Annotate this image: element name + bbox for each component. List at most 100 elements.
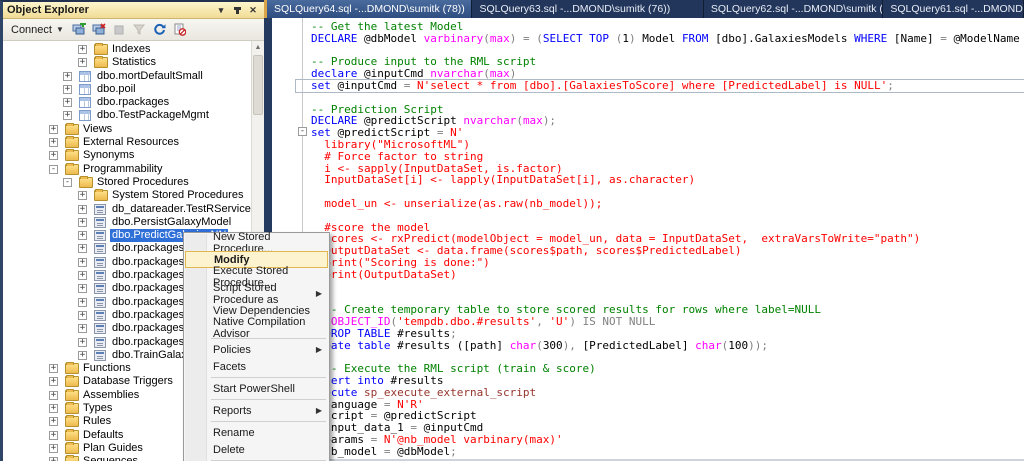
- window-position-icon[interactable]: ▾: [214, 4, 228, 17]
- document-tab[interactable]: SQLQuery64.sql -...DMOND\sumitk (78))✕: [267, 0, 472, 18]
- menu-item-new-stored-procedure[interactable]: New Stored Procedure...: [185, 234, 328, 251]
- tree-item[interactable]: + dbo.PersistGalaxyModel: [3, 216, 251, 229]
- expand-toggle-icon[interactable]: -: [49, 165, 58, 174]
- expand-toggle-icon[interactable]: +: [78, 218, 87, 227]
- expand-toggle-icon[interactable]: +: [63, 85, 72, 94]
- expand-toggle-icon[interactable]: +: [49, 417, 58, 426]
- expand-toggle-icon[interactable]: +: [78, 311, 87, 320]
- tree-item[interactable]: +dbo.poil: [3, 83, 251, 96]
- code-token: @inputCmd: [338, 79, 404, 92]
- tree-item-label: dbo.rpackages_: [110, 309, 192, 322]
- expand-toggle-icon[interactable]: +: [78, 58, 87, 67]
- menu-item-script-stored-procedure-as[interactable]: Script Stored Procedure as▶: [185, 285, 328, 302]
- object-explorer-titlebar[interactable]: Object Explorer ▾ ✕: [3, 2, 264, 19]
- tree-item[interactable]: -Stored Procedures: [3, 176, 251, 189]
- code-token: InputDataSet[i] <- lapply(InputDataSet[i…: [311, 173, 695, 186]
- expand-toggle-icon[interactable]: +: [78, 244, 87, 253]
- document-tab[interactable]: SQLQuery62.sql -...DMOND\sumitk (69)): [704, 0, 884, 18]
- code-token: #results ([path]: [397, 339, 510, 352]
- ssms-window: Object Explorer ▾ ✕ Connect ▼: [0, 0, 1024, 461]
- scroll-up-icon[interactable]: ▲: [252, 41, 264, 54]
- tree-item[interactable]: +External Resources: [3, 136, 251, 149]
- tree-item[interactable]: +Indexes: [3, 43, 251, 56]
- expand-toggle-icon[interactable]: -: [63, 178, 72, 187]
- disconnect-server-icon[interactable]: [91, 21, 108, 38]
- tree-item[interactable]: + Statistics: [3, 56, 251, 69]
- expand-toggle-icon[interactable]: +: [49, 125, 58, 134]
- code-token: 100: [728, 339, 748, 352]
- tree-item-label: Statistics: [110, 56, 158, 69]
- error-log-icon[interactable]: [171, 21, 188, 38]
- code-token: ): [569, 315, 582, 328]
- tree-item[interactable]: +Views: [3, 123, 251, 136]
- menu-item-facets[interactable]: Facets: [185, 358, 328, 375]
- expand-toggle-icon[interactable]: +: [49, 404, 58, 413]
- pin-icon[interactable]: [230, 4, 244, 17]
- tree-item[interactable]: +System Stored Procedures: [3, 189, 251, 202]
- code-area[interactable]: -- Get the latest ModelDECLARE @dbModel …: [272, 18, 1024, 459]
- tree-item-label: Functions: [81, 362, 133, 375]
- code-line: DECLARE @dbModel varbinary(max) = (SELEC…: [296, 33, 1024, 45]
- refresh-icon[interactable]: [151, 21, 168, 38]
- connect-button[interactable]: Connect ▼: [7, 23, 68, 37]
- expand-toggle-icon[interactable]: +: [78, 284, 87, 293]
- expand-toggle-icon[interactable]: +: [78, 205, 87, 214]
- code-token: ): [629, 32, 642, 45]
- document-tab[interactable]: SQLQuery63.sql -...DMOND\sumitk (76)): [472, 0, 703, 18]
- expand-toggle-icon[interactable]: +: [49, 431, 58, 440]
- folder-icon: [65, 137, 79, 148]
- menu-item-rename[interactable]: Rename: [185, 424, 328, 441]
- expand-toggle-icon[interactable]: +: [78, 191, 87, 200]
- tree-item[interactable]: - Programmability: [3, 163, 251, 176]
- scrollbar-thumb[interactable]: [253, 55, 263, 115]
- code-token: [PredictedLabel]: [583, 339, 696, 352]
- proc-icon: [94, 350, 106, 361]
- expand-toggle-icon[interactable]: +: [49, 138, 58, 147]
- expand-toggle-icon[interactable]: +: [49, 391, 58, 400]
- code-token: N'select * from [dbo].[GalaxiesToScore] …: [417, 79, 887, 92]
- expand-toggle-icon[interactable]: +: [78, 271, 87, 280]
- expand-toggle-icon[interactable]: +: [78, 298, 87, 307]
- expand-toggle-icon[interactable]: +: [49, 377, 58, 386]
- tree-item-label: Sequences: [81, 455, 140, 461]
- menu-item-reports[interactable]: Reports▶: [185, 402, 328, 419]
- expand-toggle-icon[interactable]: +: [78, 338, 87, 347]
- table-icon: [79, 97, 91, 108]
- code-token: ;: [450, 445, 457, 458]
- submenu-arrow-icon: ▶: [316, 345, 322, 354]
- tree-item[interactable]: +dbo.mortDefaultSmall: [3, 70, 251, 83]
- expand-toggle-icon[interactable]: +: [49, 444, 58, 453]
- tree-item-label: Assemblies: [81, 389, 141, 402]
- tree-item-label: Programmability: [81, 163, 164, 176]
- tree-item-label: dbo.PersistGalaxyModel: [110, 216, 233, 229]
- tree-item[interactable]: +dbo.rpackages: [3, 96, 251, 109]
- expand-toggle-icon[interactable]: +: [78, 231, 87, 240]
- proc-icon: [94, 217, 106, 228]
- connect-server-icon[interactable]: [71, 21, 88, 38]
- tree-item[interactable]: +Synonyms: [3, 149, 251, 162]
- collapse-toggle-icon[interactable]: -: [298, 127, 307, 136]
- tree-item[interactable]: +db_datareader.TestRServices: [3, 203, 251, 216]
- menu-item-delete[interactable]: Delete: [185, 441, 328, 458]
- panel-title: Object Explorer: [7, 4, 212, 16]
- expand-toggle-icon[interactable]: +: [49, 364, 58, 373]
- expand-toggle-icon[interactable]: +: [49, 457, 58, 461]
- menu-item-start-powershell[interactable]: Start PowerShell: [185, 380, 328, 397]
- expand-toggle-icon[interactable]: +: [78, 258, 87, 267]
- tree-item[interactable]: +dbo.TestPackageMgmt: [3, 109, 251, 122]
- menu-item-policies[interactable]: Policies▶: [185, 341, 328, 358]
- expand-toggle-icon[interactable]: +: [63, 98, 72, 107]
- expand-toggle-icon[interactable]: +: [63, 72, 72, 81]
- object-explorer-toolbar: Connect ▼: [3, 19, 264, 41]
- expand-toggle-icon[interactable]: +: [63, 111, 72, 120]
- code-token: (: [516, 114, 523, 127]
- expand-toggle-icon[interactable]: +: [78, 45, 87, 54]
- menu-item-native-compilation-advisor[interactable]: Native Compilation Advisor: [185, 319, 328, 336]
- expand-toggle-icon[interactable]: +: [49, 151, 58, 160]
- close-icon[interactable]: ✕: [246, 4, 260, 17]
- expand-toggle-icon[interactable]: +: [78, 324, 87, 333]
- document-tab[interactable]: SQLQuery61.sql -...DMOND\sumitk (67)): [883, 0, 1024, 18]
- expand-toggle-icon[interactable]: +: [78, 351, 87, 360]
- tree-item-label: Rules: [81, 415, 113, 428]
- menu-item-label: Reports: [213, 405, 252, 417]
